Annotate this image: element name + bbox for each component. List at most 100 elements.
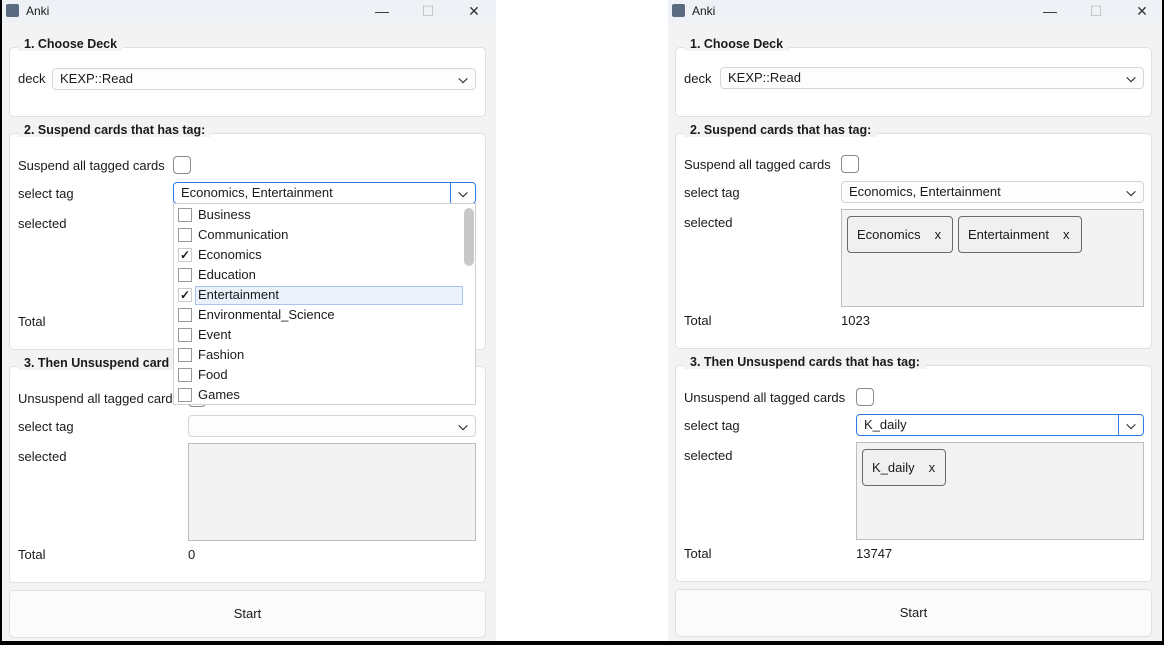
option-checkbox[interactable] (178, 308, 192, 322)
unsuspend-tag-select[interactable]: ⌵ (188, 415, 476, 437)
minimize-button[interactable]: — (372, 2, 392, 20)
suspend-all-checkbox[interactable] (841, 155, 859, 173)
check-icon[interactable]: ✓ (178, 248, 192, 262)
tag-option-business[interactable]: Business (174, 205, 464, 225)
suspend-tag-value: Economics, Entertainment (849, 184, 1001, 199)
option-checkbox[interactable] (178, 228, 192, 242)
suspend-total-label: Total (684, 313, 712, 328)
chevron-down-icon: ⌵ (1126, 185, 1136, 199)
option-label: Food (198, 367, 228, 382)
chip-label: Entertainment (968, 227, 1049, 242)
chevron-down-icon: ⌵ (458, 72, 468, 86)
unsuspend-tag-select[interactable]: K_daily ⌵ (856, 414, 1144, 436)
suspend-select-tag-label: select tag (18, 186, 74, 201)
tag-option-event[interactable]: Event (174, 325, 464, 345)
option-checkbox[interactable] (178, 328, 192, 342)
tag-option-education[interactable]: Education (174, 265, 464, 285)
suspend-tag-value: Economics, Entertainment (181, 185, 333, 200)
tag-chip-k-daily: K_daily x (862, 449, 946, 486)
option-label: Business (198, 207, 251, 222)
unsuspend-select-tag-label: select tag (18, 419, 74, 434)
chevron-down-icon: ⌵ (1126, 418, 1136, 432)
close-button[interactable]: ✕ (1132, 2, 1152, 20)
unsuspend-total-value: 13747 (856, 546, 893, 561)
deck-select[interactable]: KEXP::Read ⌵ (720, 67, 1144, 89)
suspend-selected-label: selected (684, 215, 733, 230)
option-checkbox[interactable] (178, 368, 192, 382)
tag-option-fashion[interactable]: Fashion (174, 345, 464, 365)
deck-value: KEXP::Read (60, 71, 133, 86)
tag-option-food[interactable]: Food (174, 365, 464, 385)
tag-option-communication[interactable]: Communication (174, 225, 464, 245)
suspend-all-label: Suspend all tagged cards (684, 157, 831, 172)
remove-tag-button[interactable]: x (929, 460, 936, 475)
suspend-selected-label: selected (18, 216, 67, 231)
deck-label: deck (18, 71, 46, 86)
unsuspend-tag-value: K_daily (864, 417, 907, 432)
deck-select[interactable]: KEXP::Read ⌵ (52, 68, 476, 90)
start-button[interactable]: Start (675, 589, 1152, 637)
unsuspend-all-checkbox[interactable] (856, 388, 874, 406)
option-label: Environmental_Science (198, 307, 335, 322)
chip-label: K_daily (872, 460, 915, 475)
dropdown-scrollbar[interactable] (464, 208, 474, 266)
close-button[interactable]: ✕ (464, 2, 484, 20)
tag-option-economics[interactable]: ✓ Economics (174, 245, 464, 265)
chip-label: Economics (857, 227, 921, 242)
remove-tag-button[interactable]: x (1063, 227, 1070, 242)
option-label: Games (198, 387, 240, 402)
check-icon[interactable]: ✓ (178, 288, 192, 302)
anki-app-icon (6, 4, 19, 17)
suspend-select-tag-label: select tag (684, 185, 740, 200)
suspend-title: 2. Suspend cards that has tag: (18, 123, 212, 137)
choose-deck-title: 1. Choose Deck (18, 37, 124, 51)
option-label: Fashion (198, 347, 245, 362)
combo-separator (450, 183, 451, 203)
anki-window-dropdown-open: Anki — ☐ ✕ 1. Choose Deck deck KEXP::Rea… (2, 0, 496, 641)
minimize-button[interactable]: — (1040, 2, 1060, 20)
tag-dropdown-list: Business Communication ✓ Economics Educat… (173, 203, 476, 405)
option-checkbox[interactable] (178, 268, 192, 282)
maximize-button[interactable]: ☐ (1086, 2, 1106, 20)
suspend-total-label: Total (18, 314, 46, 329)
chevron-down-icon: ⌵ (458, 186, 468, 200)
unsuspend-title: 3. Then Unsuspend card (18, 356, 176, 370)
suspend-all-checkbox[interactable] (173, 156, 191, 174)
tag-option-games[interactable]: Games (174, 385, 464, 405)
unsuspend-selected-tags (188, 443, 476, 541)
window-title: Anki (692, 4, 716, 18)
unsuspend-selected-tags: K_daily x (856, 442, 1144, 540)
suspend-total-value: 1023 (841, 313, 870, 328)
option-label: Economics (198, 247, 262, 262)
chevron-down-icon: ⌵ (458, 419, 468, 433)
combo-separator (1118, 415, 1119, 435)
option-label: Event (198, 327, 232, 342)
suspend-all-label: Suspend all tagged cards (18, 158, 165, 173)
desktop-gap (496, 0, 668, 641)
suspend-selected-tags: Economics x Entertainment x (841, 209, 1144, 307)
start-button[interactable]: Start (9, 590, 486, 638)
anki-window-selected: Anki — ☐ ✕ 1. Choose Deck deck KEXP::Rea… (668, 0, 1162, 641)
deck-label: deck (684, 71, 712, 86)
suspend-tag-select[interactable]: Economics, Entertainment ⌵ (841, 181, 1144, 203)
anki-app-icon (672, 4, 685, 17)
unsuspend-selected-label: selected (18, 449, 67, 464)
option-label: Education (198, 267, 256, 282)
option-label: Communication (198, 227, 289, 242)
option-checkbox[interactable] (178, 388, 192, 402)
suspend-title: 2. Suspend cards that has tag: (684, 123, 878, 137)
option-checkbox[interactable] (178, 208, 192, 222)
maximize-button[interactable]: ☐ (418, 2, 438, 20)
unsuspend-total-label: Total (684, 546, 712, 561)
tag-option-environmental-science[interactable]: Environmental_Science (174, 305, 464, 325)
suspend-tag-select[interactable]: Economics, Entertainment ⌵ (173, 182, 476, 204)
chevron-down-icon: ⌵ (1126, 71, 1136, 85)
tag-chip-entertainment: Entertainment x (958, 216, 1082, 253)
remove-tag-button[interactable]: x (935, 227, 942, 242)
tag-option-entertainment[interactable]: ✓ Entertainment (174, 285, 464, 305)
unsuspend-all-label: Unsuspend all tagged card (18, 391, 173, 406)
unsuspend-all-label: Unsuspend all tagged cards (684, 390, 846, 405)
option-checkbox[interactable] (178, 348, 192, 362)
title-bar: Anki — ☐ ✕ (2, 0, 496, 22)
choose-deck-title: 1. Choose Deck (684, 37, 790, 51)
